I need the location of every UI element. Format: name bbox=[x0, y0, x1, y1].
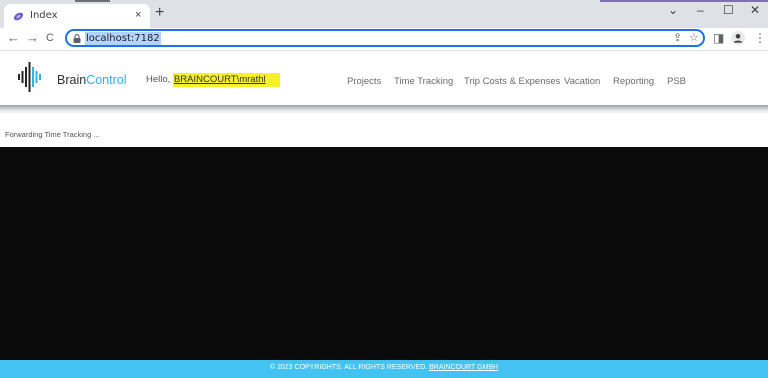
favicon-icon bbox=[13, 12, 24, 21]
footer-copyright: © 2023 COPYRIGHTS. ALL RIGHTS RESERVED. … bbox=[0, 364, 768, 371]
bookmark-star-icon[interactable]: ☆ bbox=[689, 32, 699, 45]
greeting-text: Hello, bbox=[146, 74, 173, 85]
brand-name-part1: Brain bbox=[57, 73, 87, 87]
browser-tab[interactable]: Index × bbox=[4, 4, 150, 28]
maximize-icon[interactable]: ☐ bbox=[723, 3, 734, 17]
side-panel-icon[interactable]: ◨ bbox=[713, 31, 724, 45]
url-text[interactable]: localhost:7182 bbox=[85, 32, 161, 45]
content-area bbox=[0, 147, 768, 360]
nav-reporting[interactable]: Reporting bbox=[613, 76, 654, 87]
braincontrol-logo-icon[interactable] bbox=[18, 61, 44, 93]
greeting: Hello, BRAINCOURT\mrathl bbox=[146, 73, 280, 87]
top-strip bbox=[75, 0, 768, 2]
address-bar[interactable]: localhost:7182 ⇪ ☆ bbox=[65, 29, 705, 47]
brand-name-part2: Control bbox=[86, 73, 127, 87]
menu-dots-icon[interactable]: ⋮ bbox=[754, 31, 766, 45]
minimize-icon[interactable]: – bbox=[697, 3, 704, 17]
tab-close-icon[interactable]: × bbox=[135, 8, 141, 22]
footer: © 2023 COPYRIGHTS. ALL RIGHTS RESERVED. … bbox=[0, 360, 768, 378]
tab-title: Index bbox=[30, 10, 58, 21]
nav-psb[interactable]: PSB bbox=[667, 76, 686, 87]
footer-copyright-text: © 2023 COPYRIGHTS. ALL RIGHTS RESERVED. bbox=[269, 364, 430, 371]
new-tab-icon[interactable]: + bbox=[155, 3, 164, 23]
back-icon[interactable]: ← bbox=[7, 30, 20, 46]
profile-icon bbox=[733, 34, 743, 43]
nav-projects[interactable]: Projects bbox=[347, 76, 381, 87]
status-message: Forwarding Time Tracking ... bbox=[5, 130, 100, 139]
forward-icon[interactable]: → bbox=[26, 30, 39, 46]
browser-toolbar: ← → C localhost:7182 ⇪ ☆ ◨ ⋮ bbox=[0, 28, 768, 50]
chevron-down-icon[interactable]: ⌄ bbox=[668, 3, 678, 17]
site-header: BrainControl Hello, BRAINCOURT\mrathl Pr… bbox=[0, 51, 768, 105]
header-shadow bbox=[0, 105, 768, 114]
brand-name[interactable]: BrainControl bbox=[57, 73, 126, 87]
username-link[interactable]: BRAINCOURT\mrathl bbox=[172, 73, 280, 87]
nav-time-tracking[interactable]: Time Tracking bbox=[394, 76, 453, 87]
share-icon[interactable]: ⇪ bbox=[673, 32, 682, 45]
lock-icon bbox=[73, 34, 81, 43]
close-window-icon[interactable]: ✕ bbox=[750, 3, 760, 17]
reload-icon[interactable]: C bbox=[46, 30, 54, 46]
profile-avatar[interactable] bbox=[731, 31, 745, 45]
nav-trip-costs-expenses[interactable]: Trip Costs & Expenses bbox=[464, 76, 560, 87]
browser-tab-strip: Index × + ⌄ – ☐ ✕ bbox=[0, 0, 768, 28]
footer-company-link[interactable]: BRAINCOURT GMBH bbox=[429, 364, 498, 371]
nav-vacation[interactable]: Vacation bbox=[564, 76, 600, 87]
